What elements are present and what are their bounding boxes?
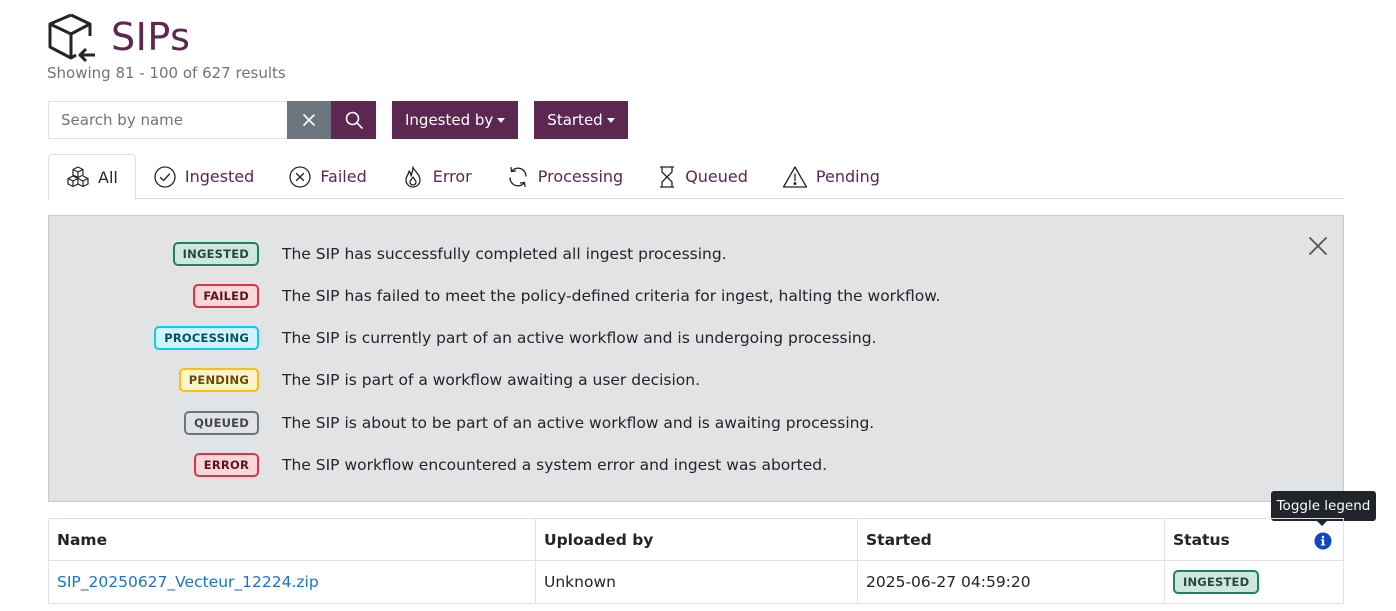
status-badge: ERROR xyxy=(193,453,259,477)
column-header-started[interactable]: Started xyxy=(857,518,1165,561)
legend-description: The SIP workflow encountered a system er… xyxy=(282,456,828,474)
legend-item: INGESTED The SIP has successfully comple… xyxy=(49,242,727,266)
tab-pending[interactable]: Pending xyxy=(765,154,897,199)
warning-triangle-icon xyxy=(782,165,808,188)
search-toolbar: Ingested by Started xyxy=(48,101,628,139)
tab-all-label: All xyxy=(98,167,118,187)
ingested-by-label: Ingested by xyxy=(405,111,494,129)
tab-processing[interactable]: Processing xyxy=(489,154,640,199)
started-cell: 2025-06-27 04:59:20 xyxy=(857,560,1165,604)
tab-error-label: Error xyxy=(432,167,472,186)
tab-failed-label: Failed xyxy=(320,167,367,186)
title-row: SIPs xyxy=(47,12,286,62)
table-row: SIP_20250627_Vecteur_12224.zip Unknown 2… xyxy=(48,560,1344,604)
status-header-label: Status xyxy=(1173,530,1230,549)
caret-down-icon xyxy=(606,117,615,123)
legend-description: The SIP has successfully completed all i… xyxy=(282,245,727,263)
legend-item: PENDING The SIP is part of a workflow aw… xyxy=(49,368,700,392)
toggle-legend-tooltip: Toggle legend xyxy=(1271,491,1376,526)
status-tabs: All Ingested Failed Error Processing Que… xyxy=(48,154,1344,200)
tab-ingested[interactable]: Ingested xyxy=(136,154,271,199)
info-icon[interactable] xyxy=(1314,532,1332,550)
tab-failed[interactable]: Failed xyxy=(271,154,383,199)
tab-queued-label: Queued xyxy=(685,167,748,186)
status-badge: INGESTED xyxy=(172,242,259,266)
status-badge: INGESTED xyxy=(1173,570,1260,594)
check-circle-icon xyxy=(154,165,176,188)
column-header-name[interactable]: Name xyxy=(48,518,536,561)
status-badge: QUEUED xyxy=(184,411,259,435)
status-cell: INGESTED xyxy=(1164,560,1344,604)
legend-description: The SIP has failed to meet the policy-de… xyxy=(282,287,941,305)
hourglass-icon xyxy=(660,165,675,188)
status-legend: INGESTED The SIP has successfully comple… xyxy=(48,215,1344,502)
results-count: Showing 81 - 100 of 627 results xyxy=(47,64,286,82)
boxes-icon xyxy=(67,166,89,188)
caret-down-icon xyxy=(497,117,506,123)
clear-search-button[interactable] xyxy=(287,101,331,139)
refresh-icon xyxy=(509,166,527,187)
column-header-status[interactable]: Status xyxy=(1164,518,1344,561)
search-input[interactable] xyxy=(48,101,287,139)
tab-ingested-label: Ingested xyxy=(184,167,255,186)
started-label: Started xyxy=(547,111,603,129)
column-header-uploaded-by[interactable]: Uploaded by xyxy=(535,518,858,561)
fire-icon xyxy=(405,165,421,188)
tab-queued[interactable]: Queued xyxy=(640,154,765,199)
table-header-row: Name Uploaded by Started Status xyxy=(48,518,1344,561)
close-icon xyxy=(303,114,315,126)
page-title: SIPs xyxy=(111,15,191,59)
status-badge: FAILED xyxy=(193,284,259,308)
tab-pending-label: Pending xyxy=(815,167,880,186)
legend-item: PROCESSING The SIP is currently part of … xyxy=(49,326,877,350)
sip-name-link[interactable]: SIP_20250627_Vecteur_12224.zip xyxy=(57,573,319,591)
legend-item: ERROR The SIP workflow encountered a sys… xyxy=(49,453,827,477)
started-dropdown[interactable]: Started xyxy=(534,101,628,139)
status-badge: PROCESSING xyxy=(154,326,259,350)
name-cell: SIP_20250627_Vecteur_12224.zip xyxy=(48,560,536,604)
tab-error[interactable]: Error xyxy=(384,154,489,199)
legend-description: The SIP is part of a workflow awaiting a… xyxy=(282,371,701,389)
ingested-by-dropdown[interactable]: Ingested by xyxy=(392,101,519,139)
package-upload-icon xyxy=(48,13,95,62)
legend-item: QUEUED The SIP is about to be part of an… xyxy=(49,411,874,435)
x-circle-icon xyxy=(289,165,311,188)
search-icon xyxy=(345,111,363,129)
tab-all[interactable]: All xyxy=(48,154,136,200)
search-button[interactable] xyxy=(331,101,376,139)
uploaded-by-cell: Unknown xyxy=(535,560,858,604)
legend-description: The SIP is currently part of an active w… xyxy=(282,329,877,347)
close-legend-icon[interactable] xyxy=(1307,235,1329,257)
legend-item: FAILED The SIP has failed to meet the po… xyxy=(49,284,940,308)
page-header: SIPs Showing 81 - 100 of 627 results xyxy=(47,12,286,82)
legend-description: The SIP is about to be part of an active… xyxy=(282,414,875,432)
sips-table: Name Uploaded by Started Status SIP_2025… xyxy=(48,518,1344,604)
status-badge: PENDING xyxy=(178,368,259,392)
tab-processing-label: Processing xyxy=(537,167,624,186)
